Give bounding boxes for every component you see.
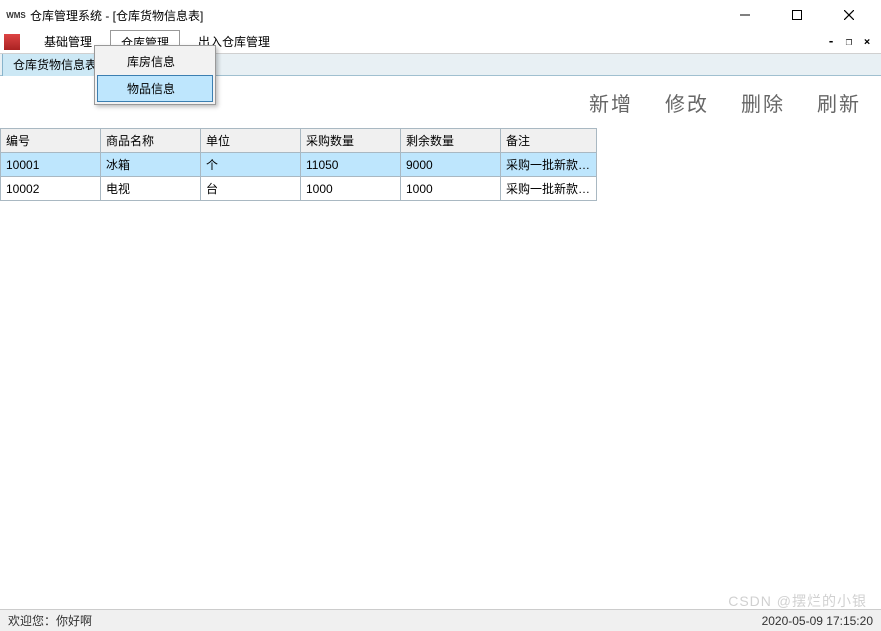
app-icon: WMS	[8, 7, 24, 23]
status-datetime: 2020-05-09 17:15:20	[762, 614, 873, 628]
cell-remark[interactable]: 采购一批新款…	[501, 153, 597, 177]
cell-unit[interactable]: 台	[201, 177, 301, 201]
status-welcome-prefix: 欢迎您：	[8, 612, 56, 629]
mdi-close-icon[interactable]: ×	[859, 34, 875, 50]
window-title: 仓库管理系统 - [仓库货物信息表]	[30, 7, 725, 24]
menu-warehouse-dropdown: 库房信息 物品信息	[94, 45, 216, 105]
col-purchase-qty[interactable]: 采购数量	[301, 129, 401, 153]
delete-button[interactable]: 删除	[741, 88, 785, 117]
menu-basic[interactable]: 基础管理	[34, 30, 102, 53]
doc-tab-inventory[interactable]: 仓库货物信息表	[2, 52, 108, 76]
statusbar: 欢迎您： 你好啊 2020-05-09 17:15:20	[0, 609, 881, 631]
cell-purchase_qty[interactable]: 1000	[301, 177, 401, 201]
col-unit[interactable]: 单位	[201, 129, 301, 153]
table-row[interactable]: 10001冰箱个110509000采购一批新款…	[1, 153, 597, 177]
window-controls	[725, 1, 877, 29]
dropdown-item-room-info[interactable]: 库房信息	[97, 48, 213, 75]
mdi-controls: - ❐ ×	[823, 34, 881, 50]
mdi-minimize-icon[interactable]: -	[823, 34, 839, 50]
titlebar: WMS 仓库管理系统 - [仓库货物信息表]	[0, 0, 881, 30]
add-button[interactable]: 新增	[589, 88, 633, 117]
table-row[interactable]: 10002电视台10001000采购一批新款…	[1, 177, 597, 201]
minimize-button[interactable]	[725, 1, 765, 29]
col-id[interactable]: 编号	[1, 129, 101, 153]
mdi-restore-icon[interactable]: ❐	[841, 34, 857, 50]
cell-purchase_qty[interactable]: 11050	[301, 153, 401, 177]
mdi-child-icon	[4, 34, 20, 50]
cell-id[interactable]: 10001	[1, 153, 101, 177]
cell-name[interactable]: 冰箱	[101, 153, 201, 177]
maximize-button[interactable]	[777, 1, 817, 29]
cell-remain_qty[interactable]: 1000	[401, 177, 501, 201]
close-button[interactable]	[829, 1, 869, 29]
refresh-button[interactable]: 刷新	[817, 88, 861, 117]
status-username: 你好啊	[56, 612, 92, 629]
cell-id[interactable]: 10002	[1, 177, 101, 201]
cell-unit[interactable]: 个	[201, 153, 301, 177]
edit-button[interactable]: 修改	[665, 88, 709, 117]
col-remain-qty[interactable]: 剩余数量	[401, 129, 501, 153]
col-remark[interactable]: 备注	[501, 129, 597, 153]
cell-name[interactable]: 电视	[101, 177, 201, 201]
dropdown-item-goods-info[interactable]: 物品信息	[97, 75, 213, 102]
cell-remark[interactable]: 采购一批新款…	[501, 177, 597, 201]
grid-header: 编号 商品名称 单位 采购数量 剩余数量 备注	[1, 129, 597, 153]
inventory-grid[interactable]: 编号 商品名称 单位 采购数量 剩余数量 备注 10001冰箱个11050900…	[0, 128, 597, 201]
cell-remain_qty[interactable]: 9000	[401, 153, 501, 177]
content-area: 编号 商品名称 单位 采购数量 剩余数量 备注 10001冰箱个11050900…	[0, 128, 881, 609]
col-name[interactable]: 商品名称	[101, 129, 201, 153]
